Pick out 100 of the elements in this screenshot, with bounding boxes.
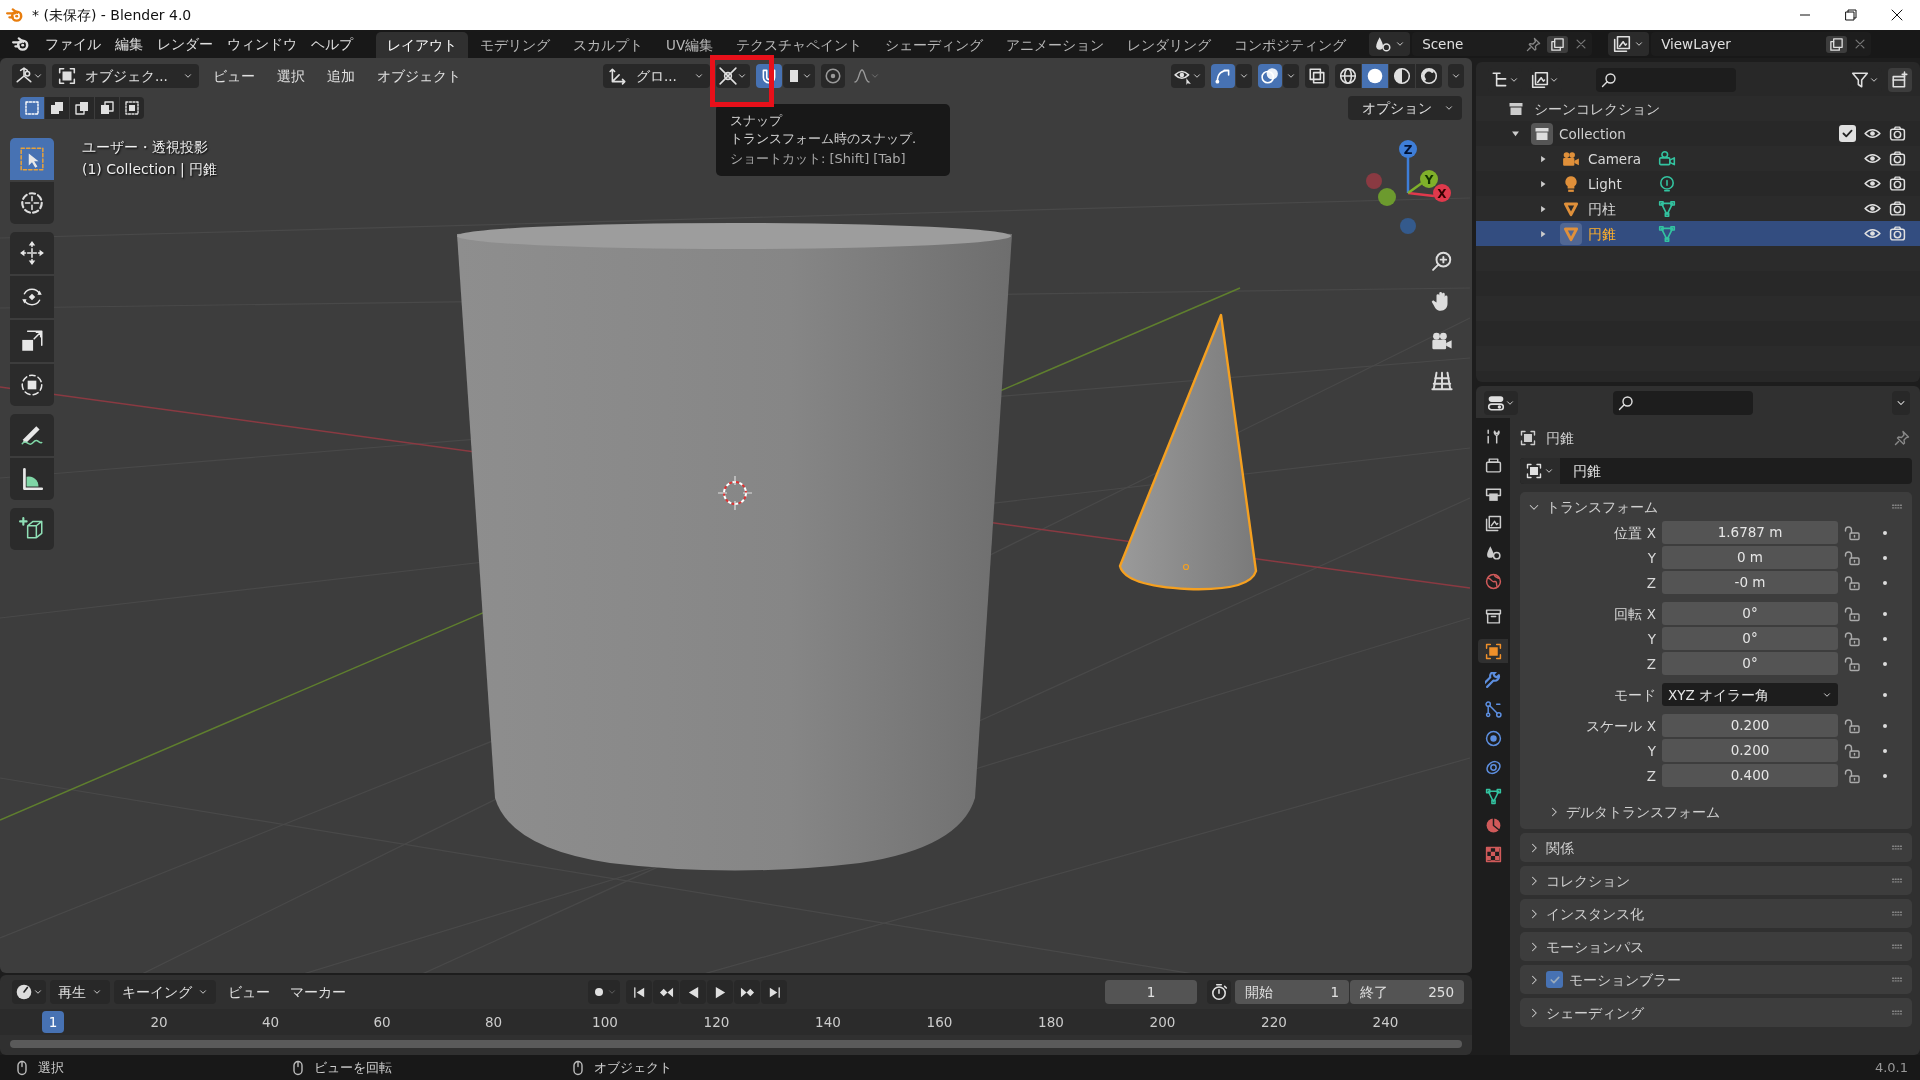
navigation-gizmo[interactable]: X Y Z	[1366, 140, 1451, 234]
menu-item[interactable]: マーカー	[282, 980, 354, 1005]
menu-item[interactable]: 再生	[50, 980, 110, 1005]
start-frame-field[interactable]: 開始 1	[1235, 980, 1349, 1005]
number-field[interactable]: 0°	[1662, 602, 1838, 625]
view-layer-name: ViewLayer	[1661, 35, 1731, 53]
workspace-tab[interactable]: テクスチャペイント	[725, 32, 874, 58]
frame-number: 100	[592, 1013, 618, 1032]
panel-title: コレクション	[1546, 871, 1630, 890]
frame-number: 240	[1372, 1013, 1399, 1032]
number-field[interactable]: -0 m	[1662, 571, 1838, 594]
workspace-tab[interactable]: スカルプト	[562, 32, 654, 58]
frame-number: 160	[926, 1013, 953, 1032]
status-hint: ビューを回転	[314, 1058, 392, 1077]
frame-number: 80	[484, 1013, 503, 1032]
frame-number: 120	[703, 1013, 730, 1032]
field-label: Y	[1646, 629, 1656, 648]
panel-title: 関係	[1546, 838, 1574, 857]
options-dropdown[interactable]: オプション	[1348, 96, 1462, 120]
frame-number: 140	[815, 1013, 841, 1032]
frame-number: 200	[1149, 1013, 1176, 1032]
panel-header[interactable]: トランスフォーム	[1520, 492, 1912, 521]
tooltip-title: スナップ	[730, 112, 784, 130]
menu-item[interactable]: ビュー	[220, 980, 278, 1005]
workspace-tab[interactable]: シェーディング	[874, 32, 995, 58]
field-label: スケール X	[1585, 716, 1656, 735]
workspace-tab[interactable]: アニメーション	[995, 32, 1116, 58]
panel-title: シェーディング	[1546, 1003, 1644, 1022]
object-label[interactable]: Camera	[1588, 149, 1658, 168]
field-label: 回転 X	[1613, 604, 1656, 623]
menu-item[interactable]: ビュー	[204, 67, 263, 85]
axis-label: Z	[1403, 142, 1413, 157]
version-label: 4.0.1	[1874, 1058, 1908, 1077]
frame-number: 40	[261, 1013, 280, 1032]
menu-item[interactable]: キーイング	[114, 980, 216, 1005]
number-field[interactable]: 0.400	[1662, 764, 1838, 787]
object-label[interactable]: Light	[1588, 174, 1658, 193]
view-name: ユーザー・透視投影	[82, 138, 209, 157]
subpanel-header[interactable]: デルタトランスフォーム	[1520, 795, 1912, 829]
menu-item[interactable]: ウィンドウ	[220, 35, 304, 53]
workspace-tab[interactable]: UV編集	[655, 32, 725, 58]
number-field[interactable]: 0.200	[1662, 739, 1838, 762]
object-name: 円錐	[1546, 429, 1574, 447]
workspace-tab[interactable]: コンポジティング	[1223, 32, 1358, 58]
panel-header[interactable]: モーションブラー	[1520, 965, 1912, 994]
tooltip-description: トランスフォーム時のスナップ.	[730, 130, 918, 148]
number-field[interactable]: 0 m	[1662, 546, 1838, 569]
panel-title: モーションパス	[1546, 937, 1644, 956]
menu-item[interactable]: レンダー	[150, 35, 220, 53]
playhead[interactable]: 1	[42, 1011, 64, 1034]
menu-item[interactable]: オブジェクト	[368, 67, 469, 85]
scene-name: Scene	[1422, 35, 1464, 53]
orientation-dropdown[interactable]: グロ...	[602, 64, 710, 88]
panel-header[interactable]: モーションパス	[1520, 932, 1912, 961]
current-frame-field[interactable]: 1	[1105, 980, 1197, 1005]
field-label: 位置 X	[1613, 523, 1656, 542]
panel-header[interactable]: 関係	[1520, 833, 1912, 862]
name-field[interactable]: 円錐	[1520, 458, 1912, 484]
number-field[interactable]: 1.6787 m	[1662, 521, 1838, 544]
context-label: (1) Collection | 円錐	[82, 160, 218, 180]
field-label: Y	[1646, 741, 1656, 760]
panel-header[interactable]: コレクション	[1520, 866, 1912, 895]
panel-title: インスタンス化	[1546, 904, 1644, 923]
workspace-tab[interactable]: レイアウト	[376, 32, 468, 58]
frame-number: 20	[150, 1013, 168, 1032]
menu-item[interactable]: ヘルプ	[304, 35, 360, 53]
mode-dropdown[interactable]: オブジェク...	[52, 64, 199, 88]
field-label: Z	[1645, 654, 1656, 673]
panel-title: トランスフォーム	[1546, 497, 1658, 516]
number-field[interactable]: 0.200	[1662, 714, 1838, 737]
axis-label: Y	[1424, 172, 1434, 187]
menu-item[interactable]: 追加	[318, 67, 363, 85]
rotation-mode-dropdown[interactable]: XYZ オイラー角	[1662, 683, 1838, 706]
workspace-tab[interactable]: モデリング	[469, 32, 561, 58]
object-label[interactable]: 円錐	[1588, 224, 1658, 243]
axis-label: X	[1437, 186, 1447, 201]
menu-item[interactable]: 編集	[108, 35, 150, 53]
panel-title: モーションブラー	[1569, 970, 1681, 989]
view-layer-field[interactable]: ViewLayer	[1651, 32, 1872, 56]
number-field[interactable]: 0°	[1662, 627, 1838, 650]
status-hint: 選択	[38, 1058, 64, 1077]
menu-item[interactable]: ファイル	[38, 35, 108, 53]
tooltip-shortcut: ショートカット: [Shift] [Tab]	[730, 150, 907, 168]
scene-field[interactable]: Scene	[1412, 32, 1593, 56]
field-label: モード	[1613, 685, 1656, 704]
object-label[interactable]: 円柱	[1588, 199, 1658, 218]
panel-header[interactable]: シェーディング	[1520, 998, 1912, 1027]
window-title: * (未保存) - Blender 4.0	[32, 6, 192, 24]
field-label: Y	[1646, 548, 1656, 567]
frame-number: 180	[1038, 1013, 1064, 1032]
collection-label[interactable]: Collection	[1559, 124, 1626, 143]
menu-item[interactable]: 選択	[268, 67, 313, 85]
panel-header[interactable]: インスタンス化	[1520, 899, 1912, 928]
panel-title: デルタトランスフォーム	[1566, 803, 1720, 821]
number-field[interactable]: 0°	[1662, 652, 1838, 675]
frame-number: 60	[373, 1013, 391, 1032]
field-label: Z	[1645, 766, 1656, 785]
end-frame-field[interactable]: 終了 250	[1350, 980, 1464, 1005]
collection-label: シーンコレクション	[1534, 99, 1660, 118]
workspace-tab[interactable]: レンダリング	[1116, 32, 1223, 58]
